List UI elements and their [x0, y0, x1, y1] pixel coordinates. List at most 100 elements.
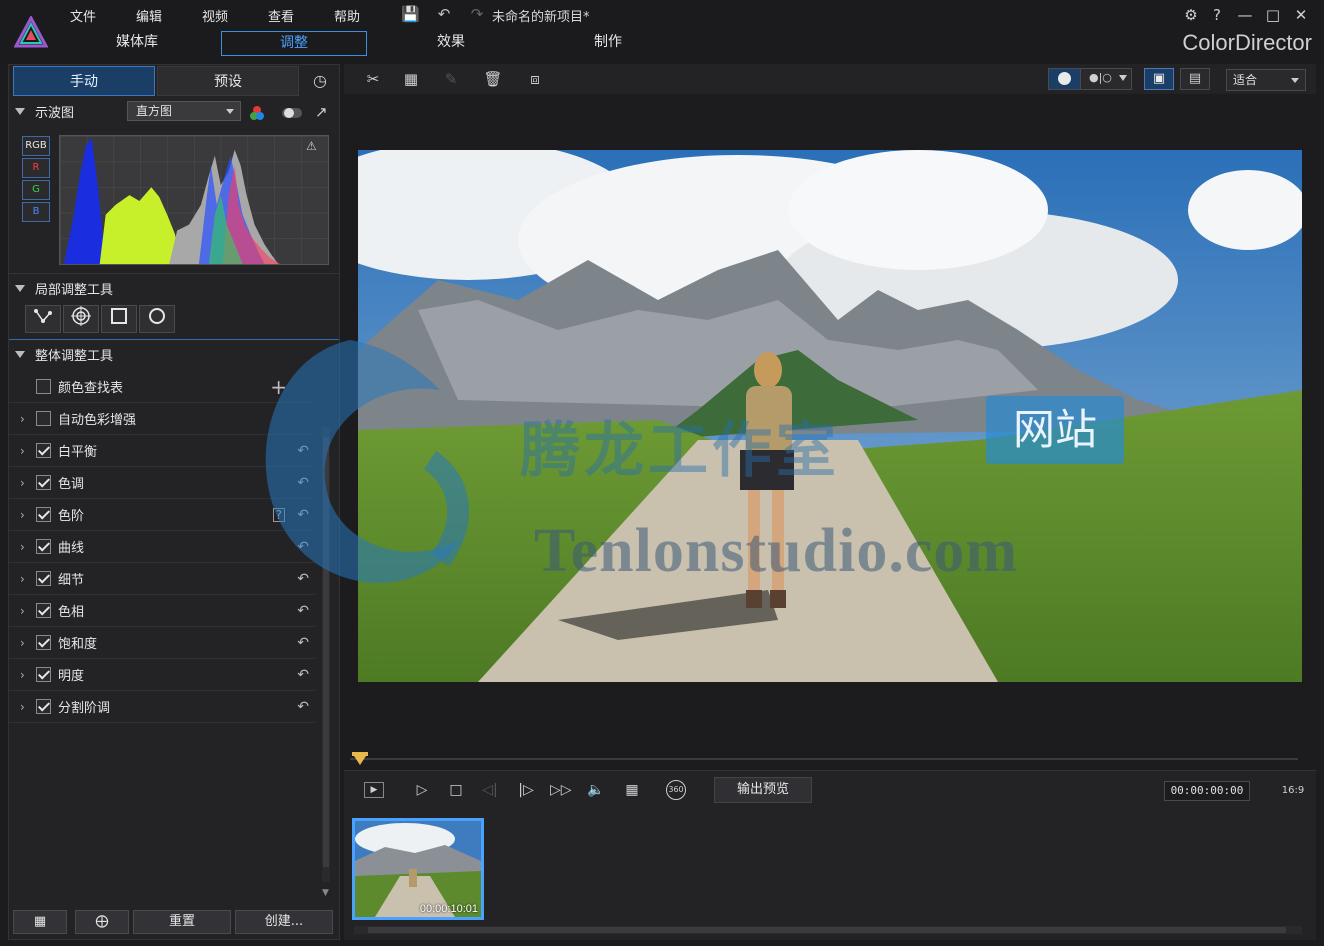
playhead-icon[interactable]: [352, 752, 368, 766]
enable-checkbox[interactable]: [36, 539, 51, 554]
adjustment-row[interactable]: › 白平衡 ↶: [9, 435, 315, 467]
adjustment-row[interactable]: › 明度 ↶: [9, 659, 315, 691]
adjustment-row[interactable]: › 色阶 ↶?: [9, 499, 315, 531]
adjustment-row[interactable]: › 色相 ↶: [9, 595, 315, 627]
adjustment-row[interactable]: › 饱和度 ↶: [9, 627, 315, 659]
expand-chevron-icon[interactable]: ›: [20, 444, 36, 458]
adjustment-row[interactable]: › 色调 ↶: [9, 467, 315, 499]
tab-media-library[interactable]: 媒体库: [80, 31, 194, 56]
adjustment-row[interactable]: › 细节 ↶: [9, 563, 315, 595]
clip-thumbnail[interactable]: 00:00:10:01: [352, 818, 484, 920]
histogram-warning-icon[interactable]: ⚠: [306, 139, 317, 153]
tab-effects[interactable]: 效果: [394, 31, 508, 56]
expand-chevron-icon[interactable]: ›: [20, 604, 36, 618]
circle-mask-button[interactable]: [139, 305, 175, 333]
waveform-type-select[interactable]: 直方图: [127, 101, 241, 121]
history-icon[interactable]: ◷: [309, 70, 331, 92]
toggle-switch-icon[interactable]: [281, 106, 303, 120]
maximize-button[interactable]: □: [1262, 4, 1284, 26]
square-mask-button[interactable]: [101, 305, 137, 333]
scrollbar-thumb[interactable]: [368, 927, 1286, 933]
channel-b[interactable]: B: [22, 202, 50, 222]
menu-video[interactable]: 视频: [202, 6, 228, 25]
reset-icon[interactable]: ↶: [297, 699, 309, 715]
create-button[interactable]: 创建...: [235, 910, 333, 934]
full-image-button[interactable]: ▤: [1180, 68, 1210, 90]
enable-checkbox[interactable]: [36, 379, 51, 394]
enable-checkbox[interactable]: [36, 443, 51, 458]
360-view-icon[interactable]: 360: [666, 780, 686, 800]
enable-checkbox[interactable]: [36, 635, 51, 650]
expand-chevron-icon[interactable]: ›: [20, 540, 36, 554]
menu-edit[interactable]: 编辑: [136, 6, 162, 25]
single-view-button[interactable]: [1049, 69, 1081, 89]
enable-checkbox[interactable]: [36, 571, 51, 586]
delete-icon[interactable]: 🗑: [482, 68, 504, 90]
channel-r[interactable]: R: [22, 158, 50, 178]
timeline-track[interactable]: [350, 758, 1298, 760]
expand-chevron-icon[interactable]: ›: [20, 700, 36, 714]
radial-tool-button[interactable]: [63, 305, 99, 333]
play-icon[interactable]: ▷: [412, 780, 432, 800]
menu-help[interactable]: 帮助: [334, 6, 360, 25]
reset-icon[interactable]: ↶: [297, 507, 309, 523]
path-tool-button[interactable]: [25, 305, 61, 333]
enable-checkbox[interactable]: [36, 699, 51, 714]
minimize-button[interactable]: —: [1234, 4, 1256, 26]
enable-checkbox[interactable]: [36, 475, 51, 490]
channel-rgb[interactable]: RGB: [22, 136, 50, 156]
tab-adjust[interactable]: 调整: [221, 31, 367, 56]
tab-manual[interactable]: 手动: [13, 66, 155, 96]
reset-icon[interactable]: ↶: [297, 635, 309, 651]
preview-mode-icon[interactable]: ▶: [364, 782, 384, 798]
reset-icon[interactable]: ↶: [297, 571, 309, 587]
global-tools-section-header[interactable]: 整体调整工具: [9, 339, 339, 369]
expand-chevron-icon[interactable]: ›: [20, 668, 36, 682]
expand-chevron-icon[interactable]: ›: [20, 572, 36, 586]
save-icon[interactable]: 💾: [401, 5, 420, 23]
help-icon[interactable]: ?: [1206, 4, 1228, 26]
settings-gear-icon[interactable]: ⚙: [1180, 4, 1202, 26]
reset-button[interactable]: 重置: [133, 910, 231, 934]
enable-checkbox[interactable]: [36, 603, 51, 618]
enable-checkbox[interactable]: [36, 507, 51, 522]
tab-produce[interactable]: 制作: [551, 31, 665, 56]
zoom-fit-select[interactable]: 适合: [1226, 69, 1306, 91]
scroll-down-icon[interactable]: ▼: [322, 888, 329, 898]
scissors-icon[interactable]: ✂: [362, 68, 384, 90]
filmstrip-scrollbar[interactable]: [354, 926, 1302, 934]
enable-checkbox[interactable]: [36, 667, 51, 682]
timecode-display[interactable]: 00:00:00:00: [1164, 781, 1250, 801]
reset-icon[interactable]: ↶: [297, 667, 309, 683]
stop-icon[interactable]: □: [446, 780, 466, 800]
close-button[interactable]: ✕: [1290, 4, 1312, 26]
rgb-channels-icon[interactable]: [249, 105, 265, 121]
fast-forward-icon[interactable]: ▷▷: [550, 780, 572, 800]
menu-view[interactable]: 查看: [268, 6, 294, 25]
crop-icon[interactable]: ⧈: [524, 68, 546, 90]
popout-icon[interactable]: ↗: [315, 103, 328, 121]
tab-preset[interactable]: 预设: [157, 66, 299, 96]
adjustment-row[interactable]: › 曲线 ↶: [9, 531, 315, 563]
local-tools-section-header[interactable]: 局部调整工具: [9, 273, 339, 303]
timeline-scrubber[interactable]: [350, 752, 1300, 766]
volume-icon[interactable]: 🔈: [586, 780, 606, 800]
split-dots-icon[interactable]: ●|○: [1089, 71, 1112, 84]
grid-view-icon[interactable]: ▦: [622, 780, 642, 800]
adjustment-row[interactable]: › 自动色彩增强: [9, 403, 315, 435]
undo-icon[interactable]: ↶: [435, 5, 453, 23]
adjustment-row[interactable]: 颜色查找表 +: [9, 371, 315, 403]
adjustment-row[interactable]: › 分割阶调 ↶: [9, 691, 315, 723]
reset-icon[interactable]: ↶: [297, 539, 309, 555]
reset-icon[interactable]: ↶: [297, 603, 309, 619]
aspect-ratio-select[interactable]: 16:9: [1278, 781, 1308, 801]
auto-levels-icon[interactable]: ?: [272, 507, 285, 522]
fit-image-button[interactable]: ▣: [1144, 68, 1174, 90]
output-preview-button[interactable]: 输出预览: [714, 777, 812, 803]
panel-scrollbar[interactable]: [322, 427, 330, 882]
expand-chevron-icon[interactable]: ›: [20, 636, 36, 650]
expand-chevron-icon[interactable]: ›: [20, 412, 36, 426]
add-lut-icon[interactable]: +: [270, 375, 287, 399]
menu-file[interactable]: 文件: [70, 6, 96, 25]
reset-icon[interactable]: ↶: [297, 475, 309, 491]
